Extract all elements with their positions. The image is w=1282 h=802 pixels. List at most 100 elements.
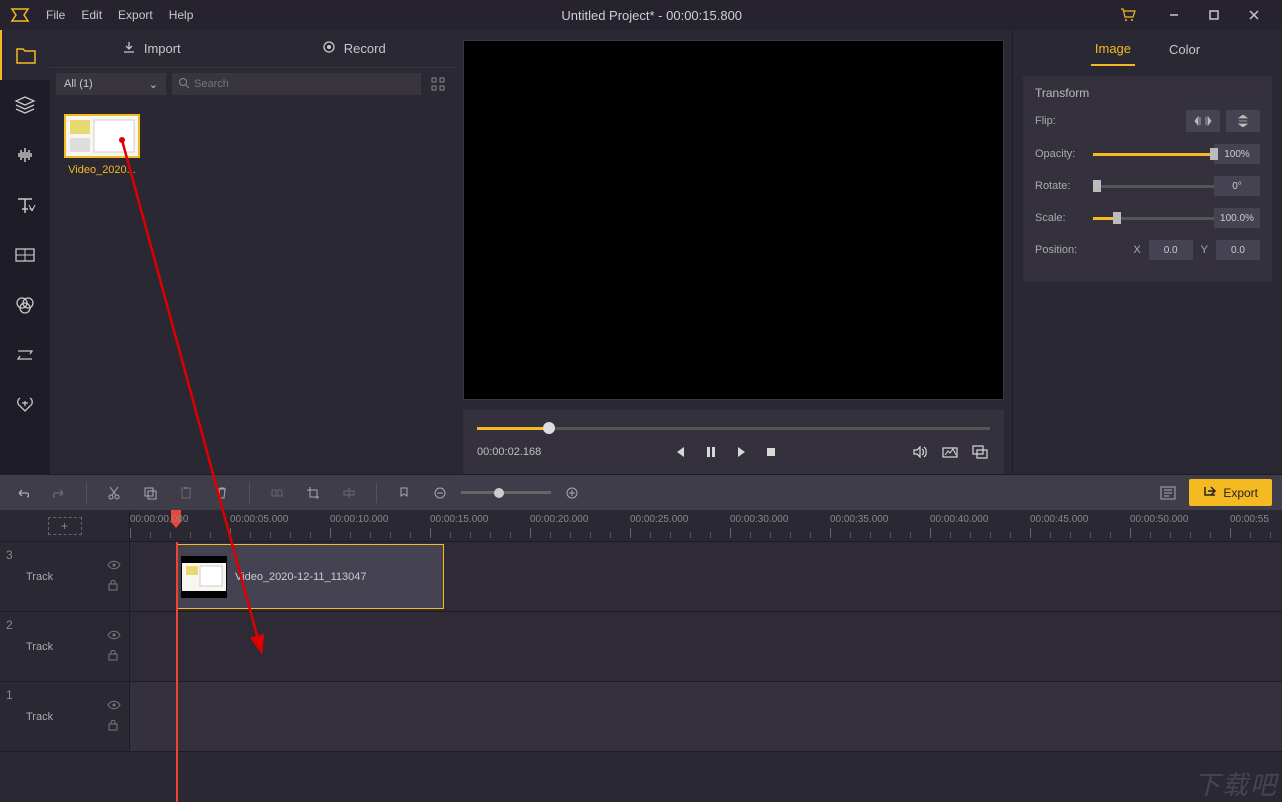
prev-frame-button[interactable] — [671, 442, 691, 462]
app-logo-icon — [8, 3, 32, 27]
color-tab[interactable]: Color — [1165, 34, 1204, 65]
image-tab[interactable]: Image — [1091, 33, 1135, 66]
menu-export[interactable]: Export — [118, 8, 153, 22]
ruler-tick: 00:00:05.000 — [230, 514, 288, 525]
track-number: 1 — [6, 688, 13, 702]
scale-value: 100.0% — [1214, 208, 1260, 228]
visibility-icon[interactable] — [107, 699, 121, 713]
record-tab[interactable]: Record — [253, 30, 456, 68]
preview-video[interactable] — [463, 40, 1004, 400]
media-filter-dropdown[interactable]: All (1) ⌄ — [56, 73, 166, 95]
effects-tool-icon[interactable] — [0, 330, 50, 380]
track-content[interactable] — [130, 682, 1282, 751]
menu-help[interactable]: Help — [169, 8, 194, 22]
render-button[interactable] — [1155, 480, 1181, 506]
snap-button[interactable] — [336, 480, 362, 506]
track-name: Track — [26, 641, 53, 653]
flip-horizontal-button[interactable] — [1186, 110, 1220, 132]
ruler-tick: 00:00:35.000 — [830, 514, 888, 525]
timeline-ruler: + 00:00:00.00000:00:05.00000:00:10.00000… — [0, 510, 1282, 542]
filters-tool-icon[interactable] — [0, 280, 50, 330]
marker-button[interactable] — [391, 480, 417, 506]
ruler-ticks[interactable]: 00:00:00.000 00:00:05.000 00:00:10.000 00:0… — [130, 510, 1282, 541]
track-name: Track — [26, 711, 53, 723]
zoom-out-button[interactable] — [427, 480, 453, 506]
visibility-icon[interactable] — [107, 629, 121, 643]
menu-edit[interactable]: Edit — [81, 8, 102, 22]
track-content[interactable]: Video_2020-12-11_113047 — [130, 542, 1282, 611]
grid-view-icon[interactable] — [427, 73, 449, 95]
menu-file[interactable]: File — [46, 8, 65, 22]
preview-scrubber[interactable] — [477, 418, 990, 438]
flip-vertical-button[interactable] — [1226, 110, 1260, 132]
scale-slider[interactable] — [1093, 217, 1214, 220]
position-label: Position: — [1035, 244, 1093, 256]
left-tool-strip — [0, 30, 50, 474]
import-label: Import — [144, 41, 181, 56]
search-box[interactable] — [172, 73, 421, 95]
opacity-slider[interactable] — [1093, 153, 1214, 156]
add-track-button[interactable]: + — [48, 517, 82, 535]
close-button[interactable] — [1234, 0, 1274, 30]
titlebar: File Edit Export Help Untitled Project* … — [0, 0, 1282, 30]
menu-bar: File Edit Export Help — [46, 8, 193, 22]
properties-panel: Image Color Transform Flip: Opacity: 100… — [1012, 30, 1282, 474]
audio-tool-icon[interactable] — [0, 130, 50, 180]
redo-button[interactable] — [46, 480, 72, 506]
opacity-label: Opacity: — [1035, 148, 1093, 160]
window-controls — [1154, 0, 1274, 30]
layers-tool-icon[interactable] — [0, 80, 50, 130]
fullscreen-icon[interactable] — [970, 442, 990, 462]
position-y-input[interactable] — [1216, 240, 1260, 260]
undo-button[interactable] — [10, 480, 36, 506]
paste-button[interactable] — [173, 480, 199, 506]
search-input[interactable] — [194, 78, 415, 90]
delete-button[interactable] — [209, 480, 235, 506]
ruler-tick: 00:00:10.000 — [330, 514, 388, 525]
snapshot-icon[interactable] — [940, 442, 960, 462]
rotate-slider[interactable] — [1093, 185, 1214, 188]
timeline-clip[interactable]: Video_2020-12-11_113047 — [176, 544, 444, 609]
elements-tool-icon[interactable] — [0, 380, 50, 430]
ruler-tick: 00:00:30.000 — [730, 514, 788, 525]
cut-button[interactable] — [101, 480, 127, 506]
text-tool-icon[interactable] — [0, 180, 50, 230]
import-icon — [122, 40, 136, 57]
zoom-slider[interactable] — [461, 491, 551, 494]
ruler-tick: 00:00:45.000 — [1030, 514, 1088, 525]
crop-button[interactable] — [300, 480, 326, 506]
lock-icon[interactable] — [107, 579, 121, 594]
chevron-down-icon: ⌄ — [149, 78, 158, 91]
y-label: Y — [1201, 244, 1208, 256]
lock-icon[interactable] — [107, 719, 121, 734]
stop-button[interactable] — [761, 442, 781, 462]
maximize-button[interactable] — [1194, 0, 1234, 30]
export-button[interactable]: Export — [1189, 479, 1272, 506]
media-tool-icon[interactable] — [0, 30, 50, 80]
media-thumbnail — [64, 114, 140, 158]
minimize-button[interactable] — [1154, 0, 1194, 30]
track-row: 1 Track — [0, 682, 1282, 752]
split-button[interactable] — [264, 480, 290, 506]
track-content[interactable] — [130, 612, 1282, 681]
pause-button[interactable] — [701, 442, 721, 462]
volume-icon[interactable] — [910, 442, 930, 462]
copy-button[interactable] — [137, 480, 163, 506]
transitions-tool-icon[interactable] — [0, 230, 50, 280]
position-x-input[interactable] — [1149, 240, 1193, 260]
ruler-tick: 00:00:00.000 — [130, 514, 188, 525]
export-icon — [1203, 485, 1217, 500]
clip-label: Video_2020-12-11_113047 — [235, 571, 367, 583]
cart-icon[interactable] — [1110, 0, 1146, 30]
lock-icon[interactable] — [107, 649, 121, 664]
playhead-line[interactable] — [176, 542, 178, 802]
zoom-in-button[interactable] — [559, 480, 585, 506]
next-frame-button[interactable] — [731, 442, 751, 462]
track-number: 2 — [6, 618, 13, 632]
media-item[interactable]: Video_2020... — [64, 114, 140, 176]
timeline-body: 3 Track Video_2020-12-11_1130472 Track 1… — [0, 542, 1282, 802]
visibility-icon[interactable] — [107, 559, 121, 573]
import-tab[interactable]: Import — [50, 30, 253, 68]
media-panel: Import Record All (1) ⌄ Video — [50, 30, 455, 474]
scrubber-thumb[interactable] — [543, 422, 555, 434]
